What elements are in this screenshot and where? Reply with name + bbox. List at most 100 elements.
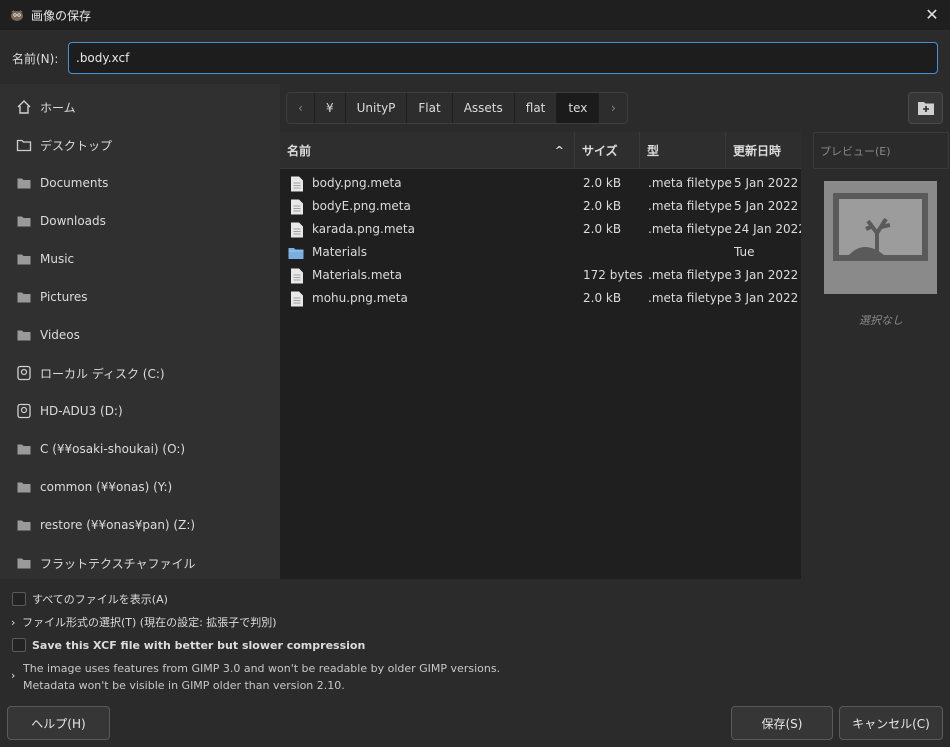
- sidebar-item-label: ローカル ディスク (C:): [40, 366, 165, 381]
- column-size-label: サイズ: [582, 144, 618, 158]
- file-row[interactable]: body.png.meta 2.0 kB .meta filetype 5 Ja…: [280, 172, 801, 195]
- sidebar-item-network-y[interactable]: common (¥¥onas) (Y:): [0, 468, 280, 506]
- file-modified: 3 Jan 2022: [734, 268, 799, 282]
- chevron-right-icon: ›: [610, 101, 616, 115]
- save-image-dialog: 名前(N): ホーム デスクトップ Documents Downloads Mu…: [0, 30, 950, 747]
- sidebar-item-label: Downloads: [40, 214, 106, 228]
- column-modified-label: 更新日時: [733, 144, 782, 158]
- column-type-label: 型: [647, 144, 660, 158]
- sidebar-item-label: Pictures: [40, 290, 88, 304]
- sidebar-item-label: Documents: [40, 176, 109, 190]
- title-bar: 画像の保存 ✕: [0, 0, 950, 30]
- path-crumb-tex[interactable]: tex: [557, 93, 600, 123]
- file-name: bodyE.png.meta: [312, 199, 411, 213]
- file-modified: 5 Jan 2022: [734, 176, 799, 190]
- preview-label: プレビュー(E): [820, 144, 891, 158]
- file-size: 2.0 kB: [583, 291, 622, 305]
- window-title: 画像の保存: [31, 8, 92, 23]
- sidebar-item-label: デスクトップ: [40, 138, 113, 153]
- file-icon: [291, 176, 303, 192]
- file-type: .meta filetype: [648, 291, 732, 305]
- file-type-expander[interactable]: › ファイル形式の選択(T) (現在の設定: 拡張子で判別): [11, 614, 277, 630]
- sidebar-item-label: フラットテクスチャファイル: [40, 556, 196, 571]
- close-window-button[interactable]: ✕: [922, 5, 942, 25]
- checkbox-box[interactable]: [12, 592, 26, 606]
- file-name: Materials: [312, 245, 368, 259]
- path-forward-button[interactable]: ›: [599, 93, 627, 123]
- filename-input[interactable]: [68, 42, 938, 74]
- file-modified: 3 Jan 2022: [734, 291, 799, 305]
- sidebar-item-hd-adu3[interactable]: HD-ADU3 (D:): [0, 392, 280, 430]
- sidebar-item-home[interactable]: ホーム: [0, 88, 280, 126]
- sidebar-item-downloads[interactable]: Downloads: [0, 202, 280, 240]
- sidebar-item-videos[interactable]: Videos: [0, 316, 280, 354]
- file-row[interactable]: karada.png.meta 2.0 kB .meta filetype 24…: [280, 218, 806, 241]
- image-placeholder-icon: [833, 193, 928, 261]
- sidebar-item-label: restore (¥¥onas¥pan) (Z:): [40, 518, 196, 532]
- file-size: 172 bytes: [583, 268, 643, 282]
- file-type: .meta filetype: [648, 176, 732, 190]
- path-back-button[interactable]: ‹: [287, 93, 315, 123]
- chevron-right-icon: ›: [11, 615, 16, 629]
- folder-icon: [17, 216, 31, 227]
- create-folder-button[interactable]: [908, 92, 943, 124]
- path-crumb-flat[interactable]: Flat: [407, 93, 453, 123]
- file-name: mohu.png.meta: [312, 291, 408, 305]
- preview-toggle[interactable]: プレビュー(E): [813, 132, 949, 169]
- folder-icon: [17, 254, 31, 265]
- save-button[interactable]: 保存(S): [731, 706, 833, 740]
- file-row[interactable]: Materials.meta 172 bytes .meta filetype …: [280, 264, 801, 287]
- file-icon: [291, 291, 303, 307]
- folder-icon: [17, 558, 31, 569]
- home-icon: [17, 100, 31, 114]
- file-row[interactable]: mohu.png.meta 2.0 kB .meta filetype 3 Ja…: [280, 287, 801, 310]
- file-type-label: ファイル形式の選択(T) (現在の設定: 拡張子で判別): [22, 616, 277, 629]
- cancel-button[interactable]: キャンセル(C): [839, 706, 943, 740]
- folder-icon: [16, 139, 32, 152]
- compatibility-line-1: The image uses features from GIMP 3.0 an…: [23, 662, 501, 675]
- sidebar-item-network-o[interactable]: C (¥¥osaki-shoukai) (O:): [0, 430, 280, 468]
- sidebar-item-documents[interactable]: Documents: [0, 164, 280, 202]
- sidebar-item-local-disk-c[interactable]: ローカル ディスク (C:): [0, 354, 280, 392]
- file-row[interactable]: bodyE.png.meta 2.0 kB .meta filetype 5 J…: [280, 195, 801, 218]
- column-header-type[interactable]: 型: [640, 132, 726, 169]
- file-icon: [291, 222, 303, 238]
- file-icon: [291, 199, 303, 215]
- file-modified: 5 Jan 2022: [734, 199, 799, 213]
- sidebar-item-label: HD-ADU3 (D:): [40, 404, 123, 418]
- sidebar-item-flat-texture[interactable]: フラットテクスチャファイル: [0, 544, 280, 582]
- path-crumb-unityp[interactable]: UnityP: [346, 93, 408, 123]
- help-button[interactable]: ヘルプ(H): [7, 706, 110, 740]
- filename-row: 名前(N):: [0, 30, 950, 84]
- gimp-icon: [11, 10, 23, 21]
- file-icon: [291, 268, 303, 284]
- compression-label: Save this XCF file with better but slowe…: [32, 638, 366, 652]
- filename-label: 名前(N):: [12, 52, 59, 66]
- drive-icon: [17, 403, 31, 419]
- chevron-right-icon[interactable]: ›: [11, 669, 15, 682]
- sidebar-item-desktop[interactable]: デスクトップ: [0, 126, 280, 164]
- folder-row[interactable]: Materials Tue: [280, 241, 801, 264]
- checkbox-box[interactable]: [12, 638, 26, 652]
- column-header-name[interactable]: 名前 ^: [280, 132, 575, 169]
- new-folder-icon: [917, 102, 934, 115]
- sidebar-item-pictures[interactable]: Pictures: [0, 278, 280, 316]
- path-crumb-assets[interactable]: Assets: [453, 93, 515, 123]
- path-bar: ‹ ¥ UnityP Flat Assets flat tex ›: [286, 92, 629, 124]
- compression-checkbox[interactable]: Save this XCF file with better but slowe…: [12, 638, 365, 652]
- sidebar-item-label: C (¥¥osaki-shoukai) (O:): [40, 442, 186, 456]
- column-header-modified[interactable]: 更新日時: [726, 132, 801, 169]
- path-crumb-root[interactable]: ¥: [315, 93, 346, 123]
- show-all-files-checkbox[interactable]: すべてのファイルを表示(A): [12, 591, 168, 607]
- places-sidebar: ホーム デスクトップ Documents Downloads Music Pic…: [0, 84, 280, 579]
- sidebar-item-label: Music: [40, 252, 75, 266]
- sidebar-item-music[interactable]: Music: [0, 240, 280, 278]
- close-icon: ✕: [925, 5, 939, 24]
- column-header-size[interactable]: サイズ: [575, 132, 640, 169]
- folder-icon: [17, 178, 31, 189]
- sidebar-item-network-z[interactable]: restore (¥¥onas¥pan) (Z:): [0, 506, 280, 544]
- path-crumb-flat-lower[interactable]: flat: [515, 93, 558, 123]
- folder-icon: [288, 248, 304, 259]
- preview-image-placeholder: [824, 181, 937, 294]
- folder-icon: [17, 482, 31, 493]
